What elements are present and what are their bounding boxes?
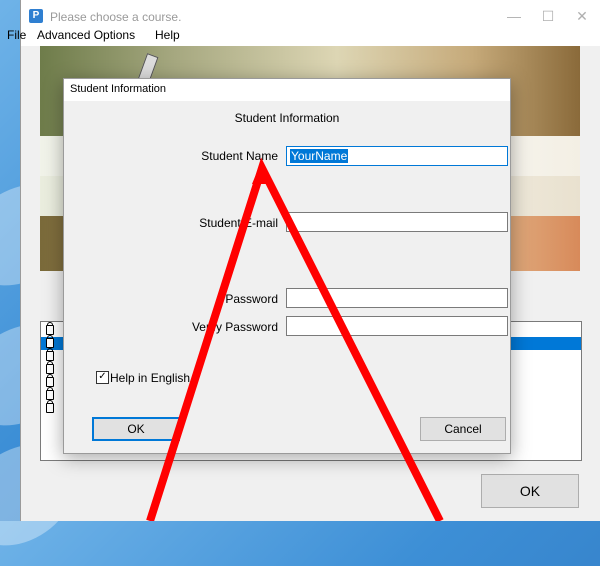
student-name-field[interactable]: YourName (286, 146, 508, 166)
student-name-value: YourName (290, 149, 349, 163)
student-name-label: Student Name (201, 149, 278, 163)
dialog-cancel-button[interactable]: Cancel (420, 417, 506, 441)
help-in-english-label: Help in English (110, 371, 191, 385)
lock-icon (46, 374, 54, 387)
password-label: Password (225, 292, 278, 306)
student-email-field[interactable] (286, 212, 508, 232)
dialog-titlebar: Student Information (64, 79, 510, 101)
lock-icon (46, 400, 54, 413)
verify-password-label: Verify Password (191, 320, 278, 334)
dialog-title: Student Information (70, 83, 167, 95)
lock-icon (46, 335, 54, 348)
main-ok-button[interactable]: OK (481, 474, 579, 508)
maximize-button[interactable]: ☐ (533, 6, 563, 26)
verify-password-field[interactable] (286, 316, 508, 336)
app-icon: P (29, 9, 43, 23)
menu-help[interactable]: Help (155, 28, 180, 42)
student-info-dialog: Student Information Student Information … (63, 78, 511, 454)
menu-file[interactable]: File (7, 28, 26, 42)
help-in-english-checkbox[interactable]: ✓ (96, 371, 109, 384)
dialog-ok-button[interactable]: OK (92, 417, 180, 441)
menu-advanced-options[interactable]: Advanced Options (37, 28, 135, 42)
minimize-button[interactable]: — (499, 6, 529, 26)
password-field[interactable] (286, 288, 508, 308)
dialog-heading: Student Information (234, 111, 340, 125)
window-title: Please choose a course. (50, 10, 182, 24)
menu-bar: File Advanced Options Help (7, 26, 600, 46)
student-email-label: Student E-mail (199, 216, 278, 230)
lock-icon (46, 322, 54, 335)
lock-icon (46, 361, 54, 374)
lock-icon (46, 348, 54, 361)
close-button[interactable]: ✕ (567, 6, 597, 26)
lock-icon (46, 387, 54, 400)
